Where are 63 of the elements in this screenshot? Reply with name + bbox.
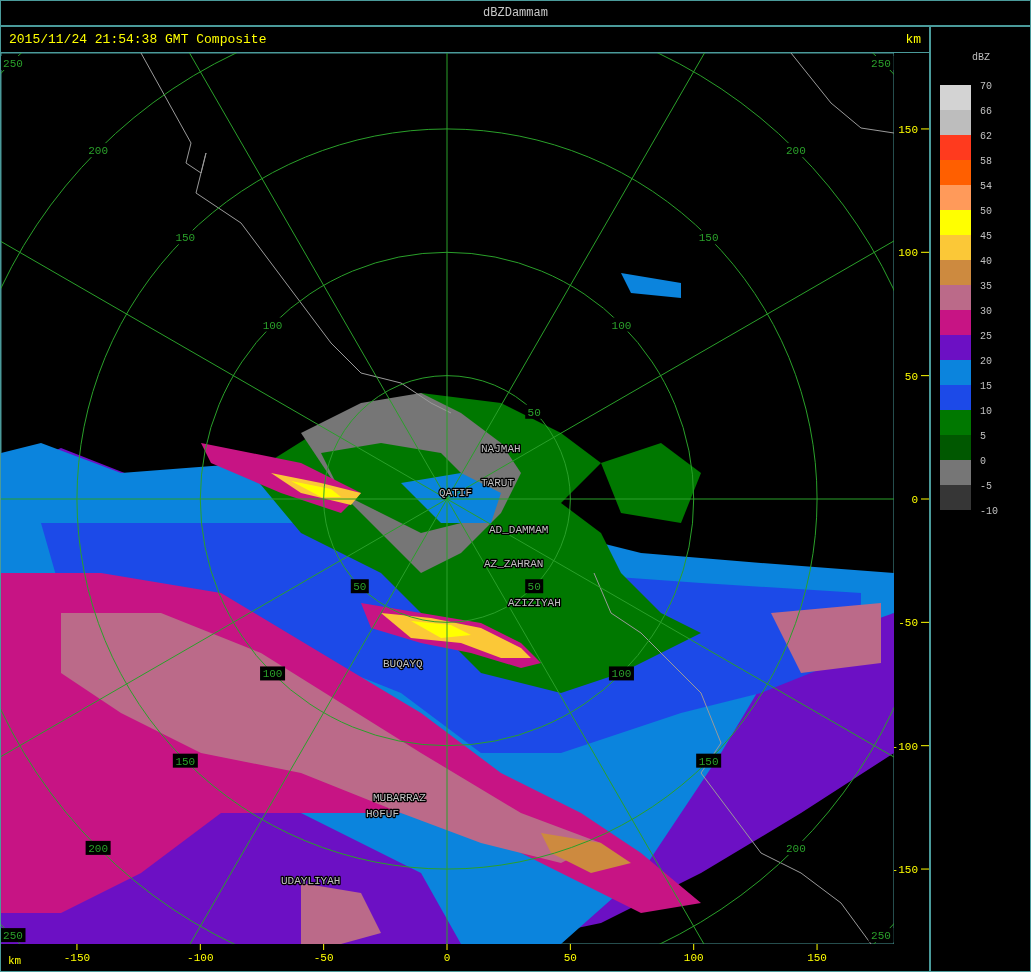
range-ring-label: 50 (527, 406, 541, 419)
legend-label: 0 (980, 456, 986, 467)
range-ring-label: 200 (88, 145, 108, 158)
range-ring-label: 50 (353, 581, 367, 594)
city-label: MUBARRAZ (373, 792, 426, 804)
axis-tick-label: -150 (894, 864, 918, 877)
range-ring-label: 200 (88, 842, 108, 855)
legend-label: 10 (980, 406, 992, 417)
legend-label: 5 (980, 431, 986, 442)
unit-label: km (905, 30, 921, 49)
range-ring-label: 100 (262, 668, 283, 681)
range-ring-label: 100 (262, 319, 283, 332)
legend-label: 50 (980, 206, 992, 217)
range-ring-label: 100 (611, 319, 632, 332)
range-ring-label: 150 (698, 755, 719, 768)
axis-tick-label: 50 (904, 370, 918, 383)
axis-tick-label: 150 (898, 123, 918, 136)
range-ring-label: 200 (786, 145, 806, 158)
legend-label: 58 (980, 156, 992, 167)
legend-label: 54 (980, 181, 992, 192)
axis-tick-label: 100 (683, 952, 704, 964)
legend-label: 62 (980, 131, 992, 142)
city-label: AZ_ZAHRAN (484, 558, 544, 570)
axis-tick-label: -100 (187, 952, 214, 964)
city-label: AD_DAMMAM (489, 524, 549, 536)
axis-tick-label: -150 (63, 952, 91, 964)
legend-label: 40 (980, 256, 992, 267)
city-label: TARUT (481, 477, 514, 489)
range-ring-label: 150 (175, 755, 196, 768)
legend-label: 15 (980, 381, 992, 392)
timestamp-label: 2015/11/24 21:54:38 GMT Composite (9, 30, 267, 49)
city-label: AZIZIYAH (508, 597, 561, 609)
legend-label: 35 (980, 281, 992, 292)
range-ring-label: 200 (786, 842, 806, 855)
range-ring-label: 250 (3, 58, 23, 70)
axis-tick-label: 0 (443, 952, 451, 964)
range-ring-label: 50 (527, 581, 541, 594)
city-label: UDAYLIYAH (281, 875, 341, 887)
axis-tick-label: -50 (313, 952, 334, 964)
axis-tick-label: 100 (898, 247, 918, 260)
range-ring-label: 250 (3, 930, 23, 943)
axis-unit-label: km (8, 955, 22, 967)
range-ring-label: 250 (871, 930, 891, 943)
legend-label: 66 (980, 106, 992, 117)
range-ring-label: 100 (611, 668, 632, 681)
legend-label: 70 (980, 81, 992, 92)
range-ring-label: 250 (871, 58, 891, 70)
legend-label: 45 (980, 231, 992, 242)
axis-tick-label: 150 (807, 952, 827, 964)
axis-tick-label: 50 (563, 952, 577, 964)
axis-tick-label: -50 (898, 617, 918, 630)
range-ring-label: 150 (698, 232, 719, 245)
legend-label: 20 (980, 356, 992, 367)
axis-tick-label: 0 (911, 494, 918, 506)
legend-label: -5 (980, 481, 992, 492)
legend-label: -10 (980, 506, 998, 517)
legend-label: 30 (980, 306, 992, 317)
city-label: BUQAYQ (383, 658, 423, 670)
legend-title: dBZ (972, 52, 990, 63)
range-ring-label: 150 (175, 232, 196, 245)
axis-tick-label: -100 (894, 740, 918, 753)
window-title: dBZDammam (483, 5, 548, 22)
legend-label: 25 (980, 331, 992, 342)
